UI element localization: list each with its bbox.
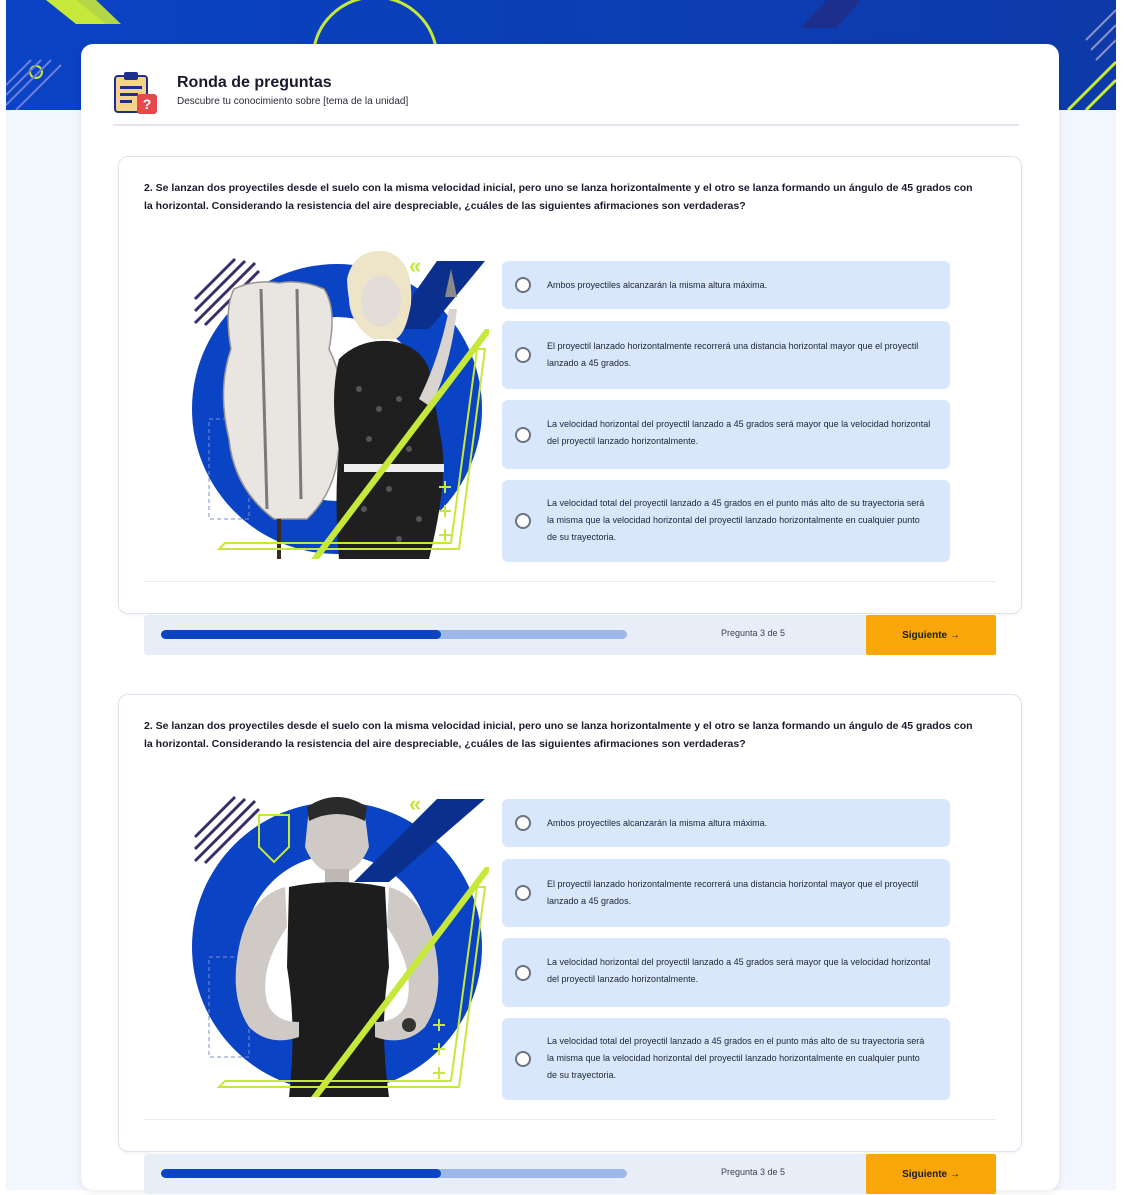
radio-button[interactable]: [515, 885, 531, 901]
next-button[interactable]: Siguiente →: [866, 1154, 996, 1194]
progress-track: [161, 630, 627, 639]
progress-label: Pregunta 3 de 5: [721, 1167, 786, 1177]
progress-label: Pregunta 3 de 5: [721, 628, 786, 638]
question-text: 2. Se lanzan dos proyectiles desde el su…: [144, 720, 973, 750]
answer-option[interactable]: Ambos proyectiles alcanzarán la misma al…: [502, 261, 950, 309]
question-card: 2. Se lanzan dos proyectiles desde el su…: [118, 156, 1022, 614]
option-text: El proyectil lanzado horizontalmente rec…: [547, 341, 919, 368]
answer-option[interactable]: La velocidad horizontal del proyectil la…: [502, 400, 950, 469]
question-text: 2. Se lanzan dos proyectiles desde el su…: [144, 182, 973, 212]
answer-option[interactable]: El proyectil lanzado horizontalmente rec…: [502, 321, 950, 389]
option-text: La velocidad horizontal del proyectil la…: [547, 419, 931, 446]
quiz-panel: ? Ronda de preguntas Descubre tu conocim…: [81, 44, 1059, 1194]
progress-track: [161, 1169, 627, 1178]
answer-option[interactable]: La velocidad total del proyectil lanzado…: [502, 480, 950, 562]
progress-fill: [161, 630, 441, 639]
card-divider: [144, 581, 996, 582]
progress-fill: [161, 1169, 441, 1178]
option-text: La velocidad total del proyectil lanzado…: [547, 498, 925, 542]
answer-option[interactable]: Ambos proyectiles alcanzarán la misma al…: [502, 799, 950, 847]
quiz-header: ? Ronda de preguntas Descubre tu conocim…: [111, 68, 1021, 126]
question-illustration: «: [189, 787, 493, 1097]
radio-button[interactable]: [515, 277, 531, 293]
radio-button[interactable]: [515, 427, 531, 443]
clipboard-question-icon: ?: [111, 68, 161, 118]
page-title: Ronda de preguntas: [177, 74, 332, 91]
option-text: La velocidad horizontal del proyectil la…: [547, 957, 931, 984]
svg-text:?: ?: [143, 96, 152, 112]
progress-footer: Pregunta 3 de 5 Siguiente →: [144, 615, 996, 655]
header-divider: [113, 124, 1019, 126]
progress-footer: Pregunta 3 de 5 Siguiente →: [144, 1154, 996, 1194]
athletic-man-illustration: «: [192, 791, 493, 1097]
answer-option[interactable]: La velocidad horizontal del proyectil la…: [502, 938, 950, 1007]
answer-option[interactable]: La velocidad total del proyectil lanzado…: [502, 1018, 950, 1100]
page-subtitle: Descubre tu conocimiento sobre [tema de …: [177, 96, 409, 107]
svg-text:«: «: [409, 791, 421, 816]
question-card: 2. Se lanzan dos proyectiles desde el su…: [118, 694, 1022, 1152]
next-button[interactable]: Siguiente →: [866, 615, 996, 655]
card-divider: [144, 1119, 996, 1120]
radio-button[interactable]: [515, 1051, 531, 1067]
radio-button[interactable]: [515, 347, 531, 363]
option-text: Ambos proyectiles alcanzarán la misma al…: [547, 818, 768, 828]
option-text: La velocidad total del proyectil lanzado…: [547, 1036, 925, 1080]
radio-button[interactable]: [515, 815, 531, 831]
right-edge: [1116, 0, 1124, 1190]
radio-button[interactable]: [515, 513, 531, 529]
left-edge: [0, 0, 6, 1190]
option-text: El proyectil lanzado horizontalmente rec…: [547, 879, 919, 906]
question-illustration: «: [189, 249, 493, 559]
woman-mannequin-illustration: «: [192, 250, 493, 559]
radio-button[interactable]: [515, 965, 531, 981]
svg-text:«: «: [409, 253, 421, 278]
answer-option[interactable]: El proyectil lanzado horizontalmente rec…: [502, 859, 950, 927]
option-text: Ambos proyectiles alcanzarán la misma al…: [547, 280, 768, 290]
